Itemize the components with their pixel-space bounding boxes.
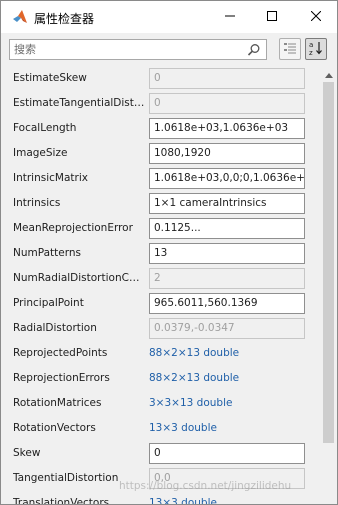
property-name: FocalLength — [13, 122, 77, 134]
property-name: Skew — [13, 447, 41, 459]
property-value-field[interactable]: 1080,1920 — [149, 143, 305, 164]
search-box — [9, 39, 267, 60]
matlab-logo-icon — [12, 9, 28, 25]
property-name: EstimateSkew — [13, 72, 87, 84]
property-value-field: 2 — [149, 268, 305, 289]
property-row: IntrinsicMatrix 1.0618e+03,0,0;0,1.0636e+… — [5, 166, 319, 191]
property-name: PrincipalPoint — [13, 297, 84, 309]
minimize-button[interactable] — [209, 1, 251, 33]
categorized-list-icon — [283, 41, 297, 58]
search-input[interactable] — [14, 41, 239, 58]
property-row: Skew 0 — [5, 441, 319, 466]
svg-text:z: z — [309, 49, 313, 56]
window-title: 属性检查器 — [34, 12, 95, 26]
property-name: RotationMatrices — [13, 397, 102, 409]
search-icon[interactable] — [247, 43, 261, 57]
property-value-field[interactable]: 1×1 cameraIntrinsics — [149, 193, 305, 214]
property-row: ReprojectedPoints 88×2×13 double — [5, 341, 319, 366]
watermark: https://blog.csdn.net/jingzilidehu — [119, 480, 292, 492]
property-value-field: 0 — [149, 68, 305, 89]
property-row: RadialDistortion 0.0379,-0.0347 — [5, 316, 319, 341]
close-icon — [310, 10, 322, 24]
toolbar: a z — [1, 33, 337, 65]
property-name: IntrinsicMatrix — [13, 172, 88, 184]
property-row: RotationMatrices 3×3×13 double — [5, 391, 319, 416]
property-value-field[interactable]: 0.1125... — [149, 218, 305, 239]
property-value-link[interactable]: 88×2×13 double — [149, 372, 239, 384]
scroll-up-button[interactable] — [320, 66, 337, 82]
title-bar: 属性检查器 — [1, 1, 337, 33]
property-name: RotationVectors — [13, 422, 96, 434]
property-row: RotationVectors 13×3 double — [5, 416, 319, 441]
maximize-icon — [267, 10, 277, 24]
property-row: PrincipalPoint 965.6011,560.1369 — [5, 291, 319, 316]
property-value-link[interactable]: 88×2×13 double — [149, 347, 239, 359]
property-value-field[interactable]: 1.0618e+03,1.0636e+03 — [149, 118, 305, 139]
property-row: EstimateSkew 0 — [5, 66, 319, 91]
close-button[interactable] — [295, 1, 337, 33]
property-value-link[interactable]: 13×3 double — [149, 422, 217, 434]
property-name: TranslationVectors — [13, 497, 110, 505]
property-row: NumRadialDistortionCoefficients 2 — [5, 266, 319, 291]
property-name: MeanReprojectionError — [13, 222, 133, 234]
minimize-icon — [225, 11, 235, 24]
property-value-field: 0.0379,-0.0347 — [149, 318, 305, 339]
property-name: Intrinsics — [13, 197, 61, 209]
property-value-field[interactable]: 13 — [149, 243, 305, 264]
property-row: MeanReprojectionError 0.1125... — [5, 216, 319, 241]
property-row: FocalLength 1.0618e+03,1.0636e+03 — [5, 116, 319, 141]
property-name: ReprojectionErrors — [13, 372, 110, 384]
property-row: TranslationVectors 13×3 double — [5, 491, 319, 505]
property-value-field[interactable]: 0 — [149, 443, 305, 464]
property-inspector-window: 属性检查器 搜索 a z EstimateSkew 0 EstimateTang… — [0, 0, 338, 505]
chevron-up-icon — [324, 68, 333, 81]
maximize-button[interactable] — [251, 1, 293, 33]
vertical-scrollbar[interactable] — [320, 66, 337, 504]
property-row: EstimateTangentialDistortion 0 — [5, 91, 319, 116]
property-name: ImageSize — [13, 147, 68, 159]
property-row: ImageSize 1080,1920 — [5, 141, 319, 166]
property-row: Intrinsics 1×1 cameraIntrinsics — [5, 191, 319, 216]
property-name: NumRadialDistortionCoefficients — [13, 272, 145, 284]
property-name: ReprojectedPoints — [13, 347, 108, 359]
property-row: NumPatterns 13 — [5, 241, 319, 266]
property-value-field[interactable]: 1.0618e+03,0,0;0,1.0636e+03, — [149, 168, 305, 189]
categorized-view-button[interactable] — [279, 38, 301, 60]
property-value-field: 0 — [149, 93, 305, 114]
property-name: NumPatterns — [13, 247, 81, 259]
property-list: EstimateSkew0EstimateTangentialDistortio… — [5, 66, 319, 505]
property-row: ReprojectionErrors 88×2×13 double — [5, 366, 319, 391]
property-name: RadialDistortion — [13, 322, 97, 334]
property-value-field[interactable]: 965.6011,560.1369 — [149, 293, 305, 314]
property-value-link[interactable]: 3×3×13 double — [149, 397, 232, 409]
property-value-link[interactable]: 13×3 double — [149, 497, 217, 504]
sort-alphabetical-button[interactable]: a z — [305, 38, 327, 60]
sort-az-icon: a z — [308, 40, 324, 59]
scroll-thumb[interactable] — [323, 82, 334, 443]
property-name: EstimateTangentialDistortion — [13, 97, 145, 109]
svg-text:a: a — [309, 41, 313, 49]
